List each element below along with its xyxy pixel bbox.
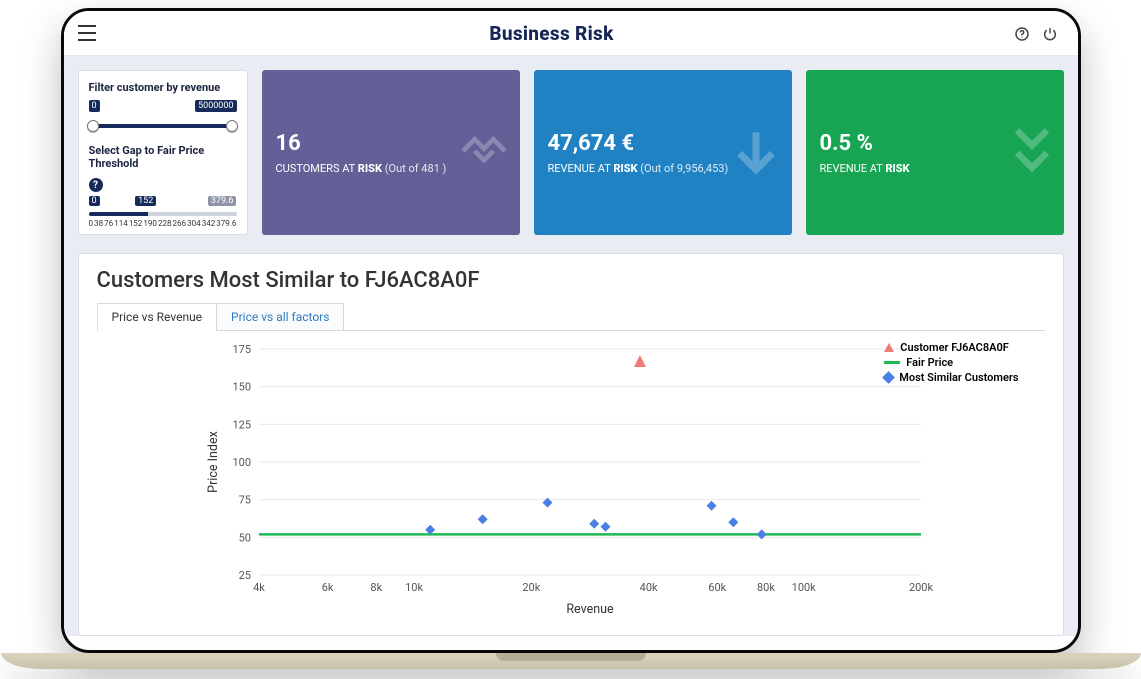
- legend-customer: Customer FJ6AC8A0F: [900, 341, 1009, 354]
- kpi-pct-labelB: RISK: [885, 162, 909, 175]
- svg-text:175: 175: [232, 343, 251, 356]
- svg-text:8k: 8k: [370, 581, 382, 594]
- legend-triangle-icon: [884, 343, 894, 352]
- svg-text:20k: 20k: [522, 581, 540, 594]
- kpi-pct: 0.5 % REVENUE AT RISK: [806, 70, 1064, 235]
- kpi-revenue-labelC: (Out of 9,956,453): [640, 162, 728, 175]
- kpi-revenue: 47,674 € REVENUE AT RISK (Out of 9,956,4…: [534, 70, 792, 235]
- chart-panel: Customers Most Similar to FJ6AC8A0F Pric…: [78, 253, 1064, 636]
- svg-text:Revenue: Revenue: [566, 602, 614, 617]
- svg-text:100: 100: [232, 456, 251, 469]
- chart-legend: Customer FJ6AC8A0F Fair Price Most Simil…: [884, 341, 1018, 386]
- svg-text:200k: 200k: [908, 581, 933, 594]
- svg-text:50: 50: [238, 531, 250, 544]
- svg-text:150: 150: [232, 381, 251, 394]
- svg-text:75: 75: [238, 494, 250, 507]
- help-icon: [1014, 26, 1030, 42]
- gap-help-icon[interactable]: ?: [89, 178, 103, 192]
- filter-gap-label: Select Gap to Fair Price Threshold: [89, 144, 237, 170]
- legend-fair: Fair Price: [906, 356, 953, 369]
- legend-diamond-icon: [882, 371, 895, 384]
- power-icon: [1042, 26, 1058, 42]
- svg-text:25: 25: [238, 569, 250, 582]
- gap-slider-ticks: 03876114152190228266304342379.6: [89, 219, 237, 228]
- help-button[interactable]: [1008, 24, 1036, 43]
- kpi-customers: 16 CUSTOMERS AT RISK (Out of 481 ): [262, 70, 520, 235]
- kpi-customers-labelB: RISK: [358, 162, 382, 175]
- kpi-customers-labelC: (Out of 481 ): [385, 162, 447, 175]
- legend-line-icon: [884, 361, 900, 364]
- revenue-max-badge: 5000000: [195, 100, 236, 112]
- arrow-down-icon: [728, 123, 784, 183]
- power-button[interactable]: [1036, 24, 1064, 43]
- page-title: Business Risk: [96, 22, 1008, 45]
- svg-text:80k: 80k: [756, 581, 774, 594]
- kpi-revenue-labelB: RISK: [613, 162, 637, 175]
- svg-text:10k: 10k: [405, 581, 423, 594]
- svg-text:125: 125: [232, 418, 251, 431]
- tab-price-vs-factors[interactable]: Price vs all factors: [217, 303, 344, 330]
- gap-slider[interactable]: [89, 212, 237, 216]
- filters-card: Filter customer by revenue 0 5000000 Sel…: [78, 70, 248, 235]
- svg-text:6k: 6k: [321, 581, 333, 594]
- tab-price-vs-revenue[interactable]: Price vs Revenue: [97, 303, 218, 330]
- revenue-slider-max-handle[interactable]: [226, 120, 238, 132]
- kpi-customers-labelA: CUSTOMERS AT: [276, 162, 356, 175]
- revenue-slider-min-handle[interactable]: [87, 120, 99, 132]
- gap-max-badge: 379.6: [208, 196, 237, 206]
- svg-text:100k: 100k: [791, 581, 816, 594]
- revenue-min-badge: 0: [89, 100, 100, 112]
- revenue-slider[interactable]: [89, 124, 237, 128]
- filter-revenue-label: Filter customer by revenue: [89, 81, 237, 94]
- double-chevron-down-icon: [1008, 123, 1056, 183]
- svg-text:4k: 4k: [253, 581, 265, 594]
- handshake-icon: [456, 123, 512, 183]
- gap-min-badge: 0: [89, 196, 100, 206]
- legend-similar: Most Similar Customers: [899, 371, 1018, 384]
- gap-current-badge: 152: [135, 196, 156, 206]
- titlebar: Business Risk: [64, 11, 1078, 56]
- menu-icon[interactable]: [78, 25, 96, 41]
- svg-text:60k: 60k: [708, 581, 726, 594]
- svg-text:40k: 40k: [639, 581, 657, 594]
- svg-text:Price Index: Price Index: [206, 431, 221, 493]
- kpi-pct-labelA: REVENUE AT: [820, 162, 883, 175]
- kpi-revenue-labelA: REVENUE AT: [548, 162, 611, 175]
- panel-title: Customers Most Similar to FJ6AC8A0F: [97, 268, 1045, 293]
